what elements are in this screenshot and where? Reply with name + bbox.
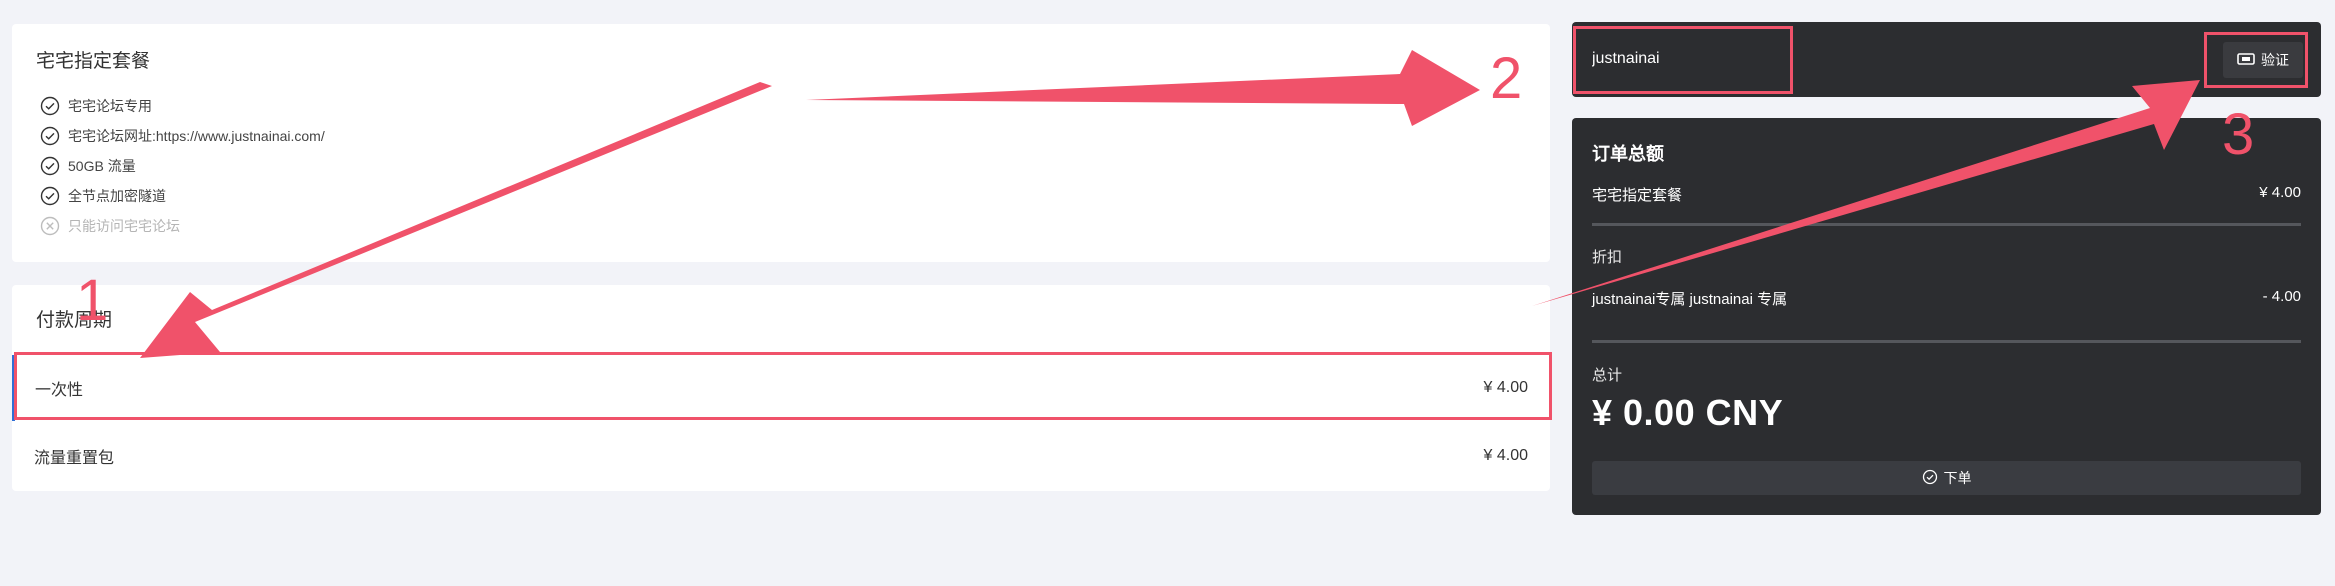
total-value: ¥ 0.00 CNY bbox=[1592, 392, 1784, 433]
feature-item: 全节点加密隧道 bbox=[40, 186, 166, 206]
annotation-number-3: 3 bbox=[2222, 102, 2255, 167]
period-option-label: 一次性 bbox=[35, 382, 84, 399]
feature-text: 全节点加密隧道 bbox=[68, 188, 166, 204]
check-circle-icon bbox=[40, 126, 60, 146]
period-option-label: 流量重置包 bbox=[34, 450, 115, 467]
place-order-label: 下单 bbox=[1943, 470, 1972, 486]
discount-label: 折扣 bbox=[1592, 249, 1623, 266]
summary-divider bbox=[1592, 340, 2301, 343]
feature-text: 50GB 流量 bbox=[68, 158, 136, 174]
feature-item: 50GB 流量 bbox=[40, 156, 136, 176]
feature-text: 宅宅论坛专用 bbox=[68, 98, 152, 114]
verify-label: 验证 bbox=[2261, 52, 2289, 68]
ticket-icon bbox=[2237, 52, 2255, 69]
order-summary-card: 订单总额 宅宅指定套餐 ¥ 4.00 折扣 justnainai专属 justn… bbox=[1572, 118, 2321, 515]
feature-text: 只能访问宅宅论坛 bbox=[68, 218, 180, 234]
summary-item-label: 宅宅指定套餐 bbox=[1592, 187, 1683, 204]
period-option-price: ¥ 4.00 bbox=[1483, 447, 1528, 464]
check-circle-icon bbox=[40, 156, 60, 176]
period-option-traffic-reset[interactable]: 流量重置包 ¥ 4.00 bbox=[12, 423, 1550, 489]
feature-text: 宅宅论坛网址:https://www.justnainai.com/ bbox=[68, 128, 325, 144]
summary-item-price: ¥ 4.00 bbox=[2259, 184, 2301, 201]
feature-item: 宅宅论坛专用 bbox=[40, 96, 152, 116]
feature-item: 宅宅论坛网址:https://www.justnainai.com/ bbox=[40, 126, 325, 146]
discount-row: justnainai专属 justnainai 专属 - 4.00 bbox=[1592, 288, 2301, 309]
plan-title: 宅宅指定套餐 bbox=[36, 51, 151, 72]
discount-value: - 4.00 bbox=[2262, 288, 2301, 305]
place-order-button[interactable]: 下单 bbox=[1592, 461, 2301, 495]
period-option-price: ¥ 4.00 bbox=[1483, 379, 1528, 396]
total-label: 总计 bbox=[1592, 367, 1623, 384]
verify-button[interactable]: 验证 bbox=[2223, 42, 2303, 78]
plan-card: 宅宅指定套餐 宅宅论坛专用 宅宅论坛网址:https://www.justnai… bbox=[12, 24, 1550, 262]
annotation-number-2: 2 bbox=[1490, 46, 1523, 111]
summary-divider bbox=[1592, 223, 2301, 226]
coupon-card: 验证 bbox=[1572, 22, 2321, 97]
annotation-number-1: 1 bbox=[76, 268, 109, 333]
check-circle-icon bbox=[40, 186, 60, 206]
check-circle-icon bbox=[40, 96, 60, 116]
period-option-one-time[interactable]: 一次性 ¥ 4.00 bbox=[12, 355, 1550, 421]
summary-title: 订单总额 bbox=[1592, 144, 1664, 164]
coupon-input[interactable] bbox=[1590, 36, 1854, 82]
discount-name: justnainai专属 justnainai 专属 bbox=[1592, 291, 1788, 308]
summary-item-row: 宅宅指定套餐 ¥ 4.00 bbox=[1592, 184, 2301, 205]
feature-item-disabled: 只能访问宅宅论坛 bbox=[40, 216, 180, 236]
x-circle-icon bbox=[40, 216, 60, 236]
check-circle-icon bbox=[1922, 469, 1938, 488]
